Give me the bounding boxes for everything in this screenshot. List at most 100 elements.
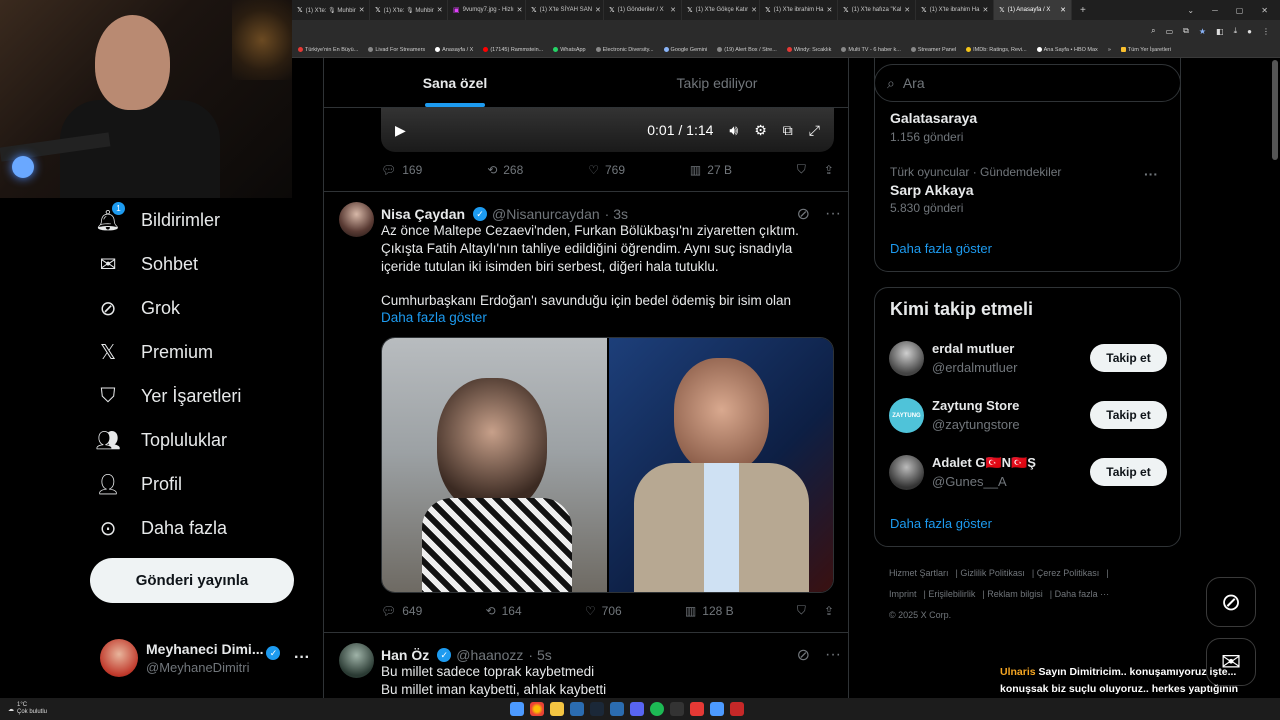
browser-tab[interactable]: 𝕏 (1) X'te ibrahim Ha ✕ [916, 0, 994, 20]
bookmark-item[interactable]: Google Gemini [663, 47, 707, 53]
repost-button[interactable]: ⟲ 164 [486, 604, 522, 618]
grok-icon[interactable]: ⊘ [797, 204, 810, 224]
more-icon[interactable]: ··· [294, 649, 310, 667]
video-player[interactable]: ▶ 0:01 / 1:14 🔊︎ ⚙ ⧉ ⤢ [381, 108, 834, 152]
more-icon[interactable]: ··· [825, 646, 841, 664]
sidebar-item-profile[interactable]: 👤︎ Profil [95, 464, 295, 504]
bookmark-item[interactable]: Anasayfa / X [435, 47, 473, 53]
follow-button[interactable]: Takip et [1090, 401, 1167, 429]
scrollbar-thumb[interactable] [1272, 60, 1278, 160]
user-name[interactable]: Adalet G🇹🇷N🇹🇷Ş [932, 455, 1036, 471]
share-icon[interactable]: ⇪ [824, 163, 834, 177]
author-handle[interactable]: @Nisanurcaydan [492, 206, 600, 222]
close-icon[interactable]: ✕ [595, 6, 601, 14]
close-icon[interactable]: ✕ [1060, 6, 1066, 14]
close-icon[interactable]: ✕ [826, 6, 832, 14]
browser-tab[interactable]: 𝕏 (1) X'te ibrahim Ha ✕ [760, 0, 838, 20]
menu-icon[interactable]: ⋮ [1262, 27, 1270, 36]
download-icon[interactable]: ⤓ [1234, 26, 1238, 36]
tab-following[interactable]: Takip ediliyor [586, 58, 848, 107]
footer-link[interactable]: Hizmet Şartları [889, 568, 949, 578]
minimize-icon[interactable]: ─ [1212, 6, 1218, 15]
bookmark-icon[interactable]: ⛉ [797, 603, 806, 618]
footer-link[interactable]: Erişilebilirlik [928, 589, 975, 599]
zoom-icon[interactable]: ⌕ [1151, 26, 1155, 36]
folder-icon[interactable] [550, 702, 565, 716]
grok-icon[interactable]: ⊘ [797, 645, 810, 665]
browser-tab[interactable]: ▣ 9vumqy7.jpg - Hizlı ✕ [448, 0, 526, 20]
close-icon[interactable]: ✕ [359, 6, 365, 14]
avatar[interactable] [889, 455, 924, 490]
photo[interactable] [382, 338, 607, 592]
show-more-link[interactable]: Daha fazla göster [890, 516, 992, 531]
close-window-icon[interactable]: ✕ [1261, 6, 1268, 15]
app-icon[interactable] [690, 702, 705, 716]
follow-button[interactable]: Takip et [1090, 458, 1167, 486]
bookmark-item[interactable]: (19) Alert Box / Stre... [717, 47, 777, 53]
zaytung-logo-icon[interactable]: ZAYTUNG [889, 398, 924, 433]
bookmark-item[interactable]: WhatsApp [553, 47, 586, 53]
user-name[interactable]: erdal mutluer [932, 341, 1014, 356]
bookmark-item[interactable]: Livad For Streamers [368, 47, 425, 53]
sidebar-item-chat[interactable]: ✉ Sohbet [95, 244, 295, 284]
sidebar-item-more[interactable]: ⊙ Daha fazla [95, 508, 295, 548]
author-name[interactable]: Nisa Çaydan [381, 206, 465, 222]
bookmark-item[interactable]: Windy: Sıcaklık [786, 47, 831, 53]
sidebar-item-grok[interactable]: ⊘ Grok [95, 288, 295, 328]
like-button[interactable]: ♡ 706 [585, 604, 622, 618]
bookmark-item[interactable]: (17145) Rammstein... [483, 47, 543, 53]
app-icon[interactable] [670, 702, 685, 716]
weather-widget[interactable]: ☁ 1°C Çok bulutlu [8, 702, 47, 716]
volume-icon[interactable]: 🔊︎ [729, 122, 738, 139]
spotify-icon[interactable] [650, 702, 665, 716]
trend-title[interactable]: Galatasaraya [890, 110, 977, 126]
bookmark-item[interactable]: IMDb: Ratings, Revi... [966, 47, 1027, 53]
avatar[interactable] [339, 202, 374, 237]
author-handle[interactable]: @haanozz [456, 647, 523, 663]
discord-icon[interactable] [630, 702, 645, 716]
bookmarks-overflow[interactable]: » [1108, 47, 1111, 53]
user-name[interactable]: Zaytung Store [932, 398, 1019, 413]
sidebar-item-premium[interactable]: 𝕏 Premium [95, 332, 295, 372]
sidebar-item-bookmarks[interactable]: ⛉ Yer İşaretleri [95, 376, 295, 416]
share-icon[interactable]: ⇪ [824, 604, 834, 618]
maximize-icon[interactable]: ▢ [1236, 6, 1244, 15]
sidepanel-icon[interactable]: ◧ [1216, 27, 1224, 36]
bookmark-item[interactable]: Multi TV - 6 haber k... [841, 47, 901, 53]
footer-link[interactable]: Gizlilik Politikası [960, 568, 1025, 578]
photo[interactable] [608, 338, 833, 592]
bookmark-item[interactable]: Ana Sayfa • HBO Max [1036, 47, 1098, 53]
browser-tab-active[interactable]: 𝕏 (1) Anasayfa / X ✕ [994, 0, 1072, 20]
views-button[interactable]: ▥ 128 B [685, 604, 734, 618]
footer-link[interactable]: Daha fazla ··· [1055, 589, 1110, 599]
sidebar-item-communities[interactable]: 👥︎ Topluluklar [95, 420, 295, 460]
steam-icon[interactable] [590, 702, 605, 716]
play-icon[interactable]: ▶ [395, 122, 406, 139]
show-more-link[interactable]: Daha fazla göster [890, 241, 992, 256]
like-button[interactable]: ♡ 769 [588, 163, 625, 177]
windows-start-icon[interactable] [510, 702, 525, 716]
close-icon[interactable]: ✕ [437, 6, 443, 14]
app-icon[interactable] [730, 702, 745, 716]
grok-icon[interactable]: ⊘ [1206, 577, 1256, 627]
browser-tab[interactable]: 𝕏 (1) Gönderiler / X ✕ [604, 0, 682, 20]
new-tab-button[interactable]: + [1072, 5, 1094, 16]
chrome-icon[interactable] [530, 702, 545, 716]
fullscreen-icon[interactable]: ⤢ [809, 122, 820, 139]
avatar[interactable] [889, 341, 924, 376]
browser-tab[interactable]: 𝕏 (1) X'te SİYAH SAN ✕ [526, 0, 604, 20]
chevron-down-icon[interactable]: ⌄ [1187, 6, 1194, 15]
browser-tab[interactable]: 𝕏 (1) X'te: 🎙 Muhbir ✕ [370, 0, 448, 20]
post-button[interactable]: Gönderi yayınla [90, 558, 294, 603]
reply-button[interactable]: 💬︎ 649 [381, 604, 422, 618]
follow-button[interactable]: Takip et [1090, 344, 1167, 372]
pip-icon[interactable]: ⧉ [783, 122, 793, 139]
repost-button[interactable]: ⟲ 268 [487, 163, 523, 177]
all-bookmarks[interactable]: Tüm Yer İşaretleri [1120, 47, 1171, 53]
star-icon[interactable]: ★ [1199, 27, 1206, 36]
tweet-media[interactable] [381, 337, 834, 593]
author-name[interactable]: Han Öz [381, 647, 429, 663]
show-more-link[interactable]: Daha fazla göster [381, 310, 487, 325]
tweet-time[interactable]: · 5s [528, 647, 551, 663]
tab-for-you[interactable]: Sana özel [324, 58, 586, 107]
